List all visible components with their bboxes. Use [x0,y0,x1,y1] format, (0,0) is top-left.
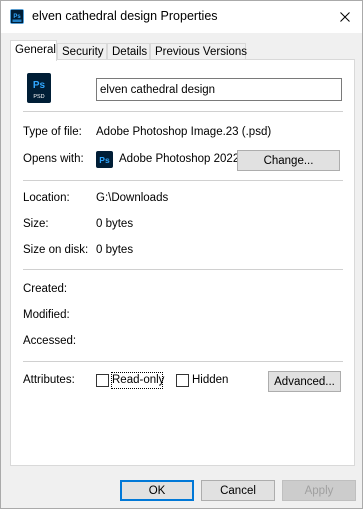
size-label: Size: [23,218,49,230]
change-button[interactable]: Change... [237,150,340,171]
tab-general[interactable]: General [10,40,57,61]
separator [23,111,343,112]
size-on-disk-label: Size on disk: [23,244,89,256]
ok-button[interactable]: OK [120,480,194,501]
size-value: 0 bytes [96,218,134,230]
separator [23,269,343,270]
general-panel: Ps PSD Type of file: Adobe Photoshop Ima… [10,59,355,466]
photoshop-app-icon: Ps [96,151,113,168]
modified-label: Modified: [23,309,70,321]
file-name-input[interactable] [96,78,342,101]
read-only-label[interactable]: Read-only [112,374,164,386]
type-of-file-value: Adobe Photoshop Image.23 (.psd) [96,126,272,138]
properties-dialog: Ps elven cathedral design Properties Gen… [0,0,363,509]
photoshop-file-icon: Ps PSD [27,73,51,103]
svg-text:Ps: Ps [13,14,21,20]
app-icon-text: Ps [99,155,110,165]
accessed-label: Accessed: [23,335,77,347]
hidden-label[interactable]: Hidden [192,374,228,386]
close-icon [340,12,350,22]
title-bar: Ps elven cathedral design Properties [1,1,362,33]
opens-with-label: Opens with: [23,153,84,165]
read-only-checkbox[interactable] [96,374,109,387]
window-title: elven cathedral design Properties [32,9,218,23]
location-value: G:\Downloads [96,192,169,204]
file-icon-subtext: PSD [33,94,44,100]
photoshop-file-icon: Ps [10,9,24,24]
location-label: Location: [23,192,70,204]
apply-button[interactable]: Apply [282,480,356,501]
size-on-disk-value: 0 bytes [96,244,134,256]
cancel-button[interactable]: Cancel [201,480,275,501]
type-of-file-label: Type of file: [23,126,82,138]
separator [23,361,343,362]
file-icon-text: Ps [33,80,46,91]
created-label: Created: [23,283,68,295]
hidden-checkbox[interactable] [176,374,189,387]
close-button[interactable] [334,6,356,28]
opens-with-value: Adobe Photoshop 2022 [119,153,240,165]
separator [23,180,343,181]
advanced-button[interactable]: Advanced... [268,371,341,392]
attributes-label: Attributes: [23,374,75,386]
read-only-text: Read-only [112,374,165,386]
